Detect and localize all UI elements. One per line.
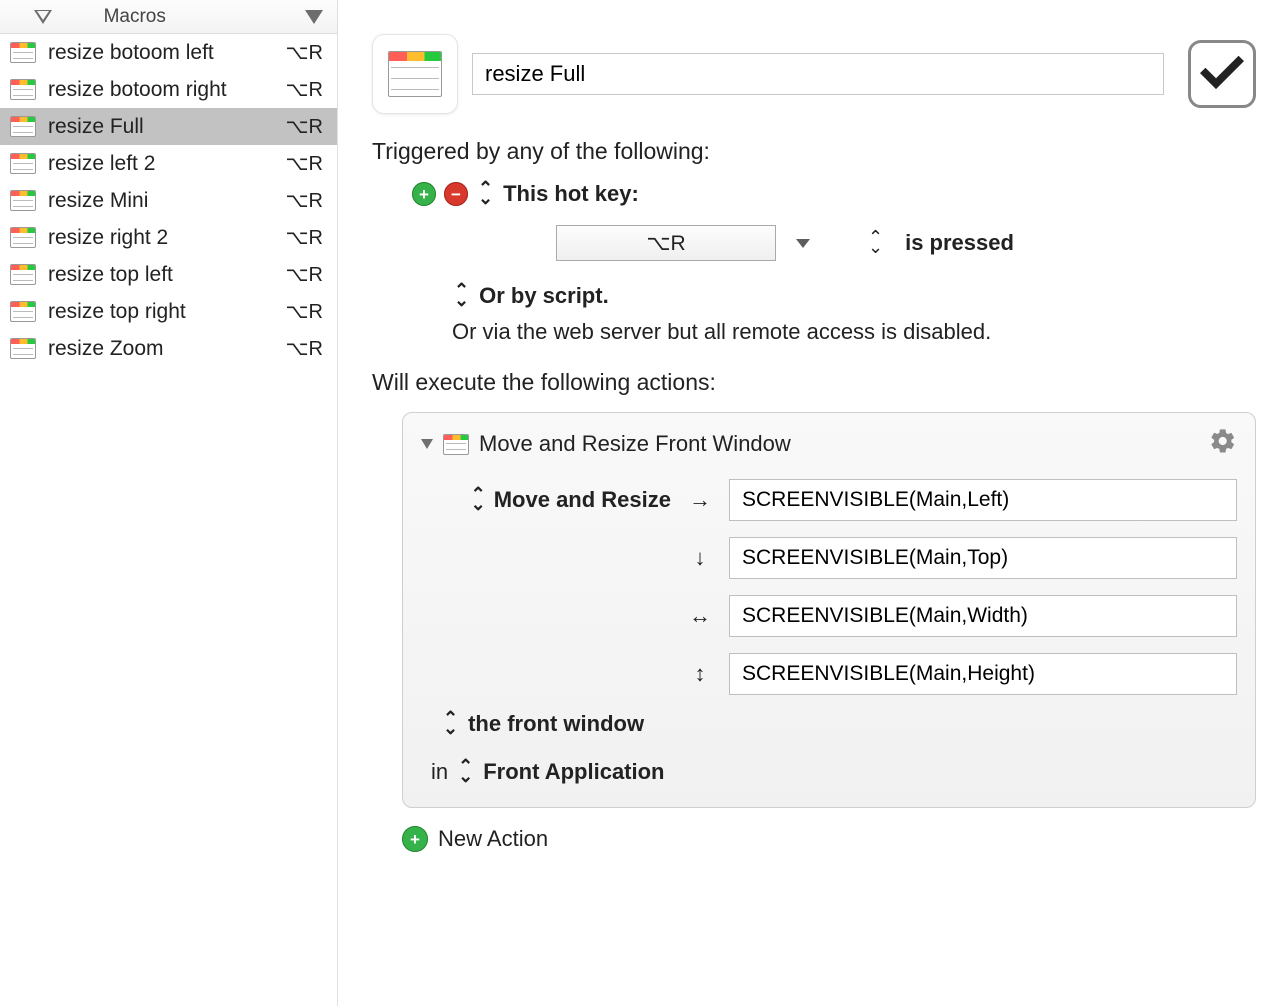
macro-list-item[interactable]: resize botoom left ⌥R — [0, 34, 337, 71]
gear-icon[interactable] — [1209, 427, 1237, 461]
macro-item-hotkey: ⌥R — [286, 114, 324, 139]
action-title: Move and Resize Front Window — [479, 431, 791, 457]
vertical-arrow-icon: ↕ — [685, 661, 715, 687]
updown-icon[interactable]: ⌃⌄ — [452, 286, 471, 306]
param-left-input[interactable] — [729, 479, 1237, 521]
macro-list-item[interactable]: resize Zoom ⌥R — [0, 330, 337, 367]
target-window-label[interactable]: the front window — [468, 711, 644, 737]
disclosure-triangle-icon[interactable] — [421, 439, 433, 449]
window-icon — [443, 434, 469, 455]
actions-heading: Will execute the following actions: — [372, 369, 1256, 396]
macro-list-item[interactable]: resize right 2 ⌥R — [0, 219, 337, 256]
macro-list: resize botoom left ⌥R resize botoom right ⌥… — [0, 34, 337, 1006]
chevron-down-icon[interactable] — [796, 239, 810, 248]
hotkey-input[interactable]: ⌥R — [556, 225, 776, 261]
editor-panel: Triggered by any of the following: + − ⌃… — [338, 0, 1280, 1006]
action-header: Move and Resize Front Window — [421, 427, 1237, 461]
macro-item-hotkey: ⌥R — [286, 151, 324, 176]
param-top-input[interactable] — [729, 537, 1237, 579]
macro-item-hotkey: ⌥R — [286, 188, 324, 213]
checkmark-icon — [1198, 50, 1246, 98]
add-trigger-button[interactable]: + — [412, 182, 436, 206]
macro-item-hotkey: ⌥R — [286, 77, 324, 102]
macro-item-hotkey: ⌥R — [286, 336, 324, 361]
macro-item-label: resize top left — [48, 263, 173, 287]
new-action-label[interactable]: New Action — [438, 826, 548, 852]
param-height-input[interactable] — [729, 653, 1237, 695]
macro-header — [372, 34, 1256, 114]
in-label: in — [431, 759, 448, 785]
trigger-row: + − ⌃⌄ This hot key: — [412, 181, 1256, 207]
macro-icon-button[interactable] — [372, 34, 458, 114]
macro-item-hotkey: ⌥R — [286, 225, 324, 250]
macro-item-label: resize top right — [48, 300, 186, 324]
sidebar-header: Macros — [0, 0, 337, 34]
macro-item-label: resize Full — [48, 115, 144, 139]
action-mode-label[interactable]: Move and Resize — [494, 487, 671, 513]
macro-list-item[interactable]: resize botoom right ⌥R — [0, 71, 337, 108]
action-card[interactable]: Move and Resize Front Window ⌃⌄ Move and… — [402, 412, 1256, 808]
updown-icon[interactable]: ⌃⌄ — [456, 762, 475, 782]
macro-name-input[interactable] — [472, 53, 1164, 95]
hotkey-condition[interactable]: is pressed — [905, 230, 1014, 256]
window-icon — [10, 301, 36, 322]
dropdown-triangle-icon[interactable] — [305, 10, 323, 24]
macro-sidebar: Macros resize botoom left⌥Rresize botoom… — [0, 0, 338, 1006]
window-icon — [10, 264, 36, 285]
horizontal-arrow-icon: ↔ — [685, 603, 715, 629]
window-icon — [10, 116, 36, 137]
macro-item-hotkey: ⌥R — [286, 299, 324, 324]
param-width-input[interactable] — [729, 595, 1237, 637]
down-arrow-icon: ↓ — [685, 545, 715, 571]
sidebar-title: Macros — [104, 6, 166, 28]
new-action-row: + New Action — [402, 826, 1256, 852]
macro-item-label: resize botoom right — [48, 78, 227, 102]
macro-list-item[interactable]: resize Mini ⌥R — [0, 182, 337, 219]
macro-list-item[interactable]: resize top left ⌥R — [0, 256, 337, 293]
macro-item-hotkey: ⌥R — [286, 262, 324, 287]
hotkey-row: ⌥R ⌃⌄ is pressed — [412, 225, 1256, 261]
macro-list-item[interactable]: resize left 2 ⌥R — [0, 145, 337, 182]
right-arrow-icon: → — [685, 487, 715, 513]
macro-item-hotkey: ⌥R — [286, 40, 324, 65]
remote-access-note: Or via the web server but all remote acc… — [412, 319, 1256, 345]
window-icon — [10, 153, 36, 174]
remove-trigger-button[interactable]: − — [444, 182, 468, 206]
scope-label[interactable]: Front Application — [483, 759, 664, 785]
macro-enabled-toggle[interactable] — [1188, 40, 1256, 108]
window-icon — [10, 79, 36, 100]
triggers-heading: Triggered by any of the following: — [372, 138, 1256, 165]
updown-icon[interactable]: ⌃⌄ — [441, 714, 460, 734]
updown-icon[interactable]: ⌃⌄ — [469, 490, 488, 510]
sort-triangle-icon[interactable] — [34, 10, 52, 24]
or-by-script-row: ⌃⌄ Or by script. — [412, 283, 1256, 309]
macro-list-item[interactable]: resize Full ⌥R — [0, 108, 337, 145]
macro-item-label: resize left 2 — [48, 152, 155, 176]
window-icon — [10, 190, 36, 211]
macro-item-label: resize botoom left — [48, 41, 214, 65]
updown-icon[interactable]: ⌃⌄ — [476, 184, 495, 204]
trigger-type-label[interactable]: This hot key: — [503, 181, 639, 207]
window-icon — [10, 338, 36, 359]
macro-item-label: resize Mini — [48, 189, 148, 213]
updown-icon[interactable]: ⌃⌄ — [866, 233, 885, 253]
macro-list-item[interactable]: resize top right ⌥R — [0, 293, 337, 330]
window-icon — [10, 227, 36, 248]
window-icon — [10, 42, 36, 63]
or-script-label[interactable]: Or by script. — [479, 283, 609, 309]
add-action-button[interactable]: + — [402, 826, 428, 852]
macro-item-label: resize right 2 — [48, 226, 168, 250]
macro-item-label: resize Zoom — [48, 337, 164, 361]
